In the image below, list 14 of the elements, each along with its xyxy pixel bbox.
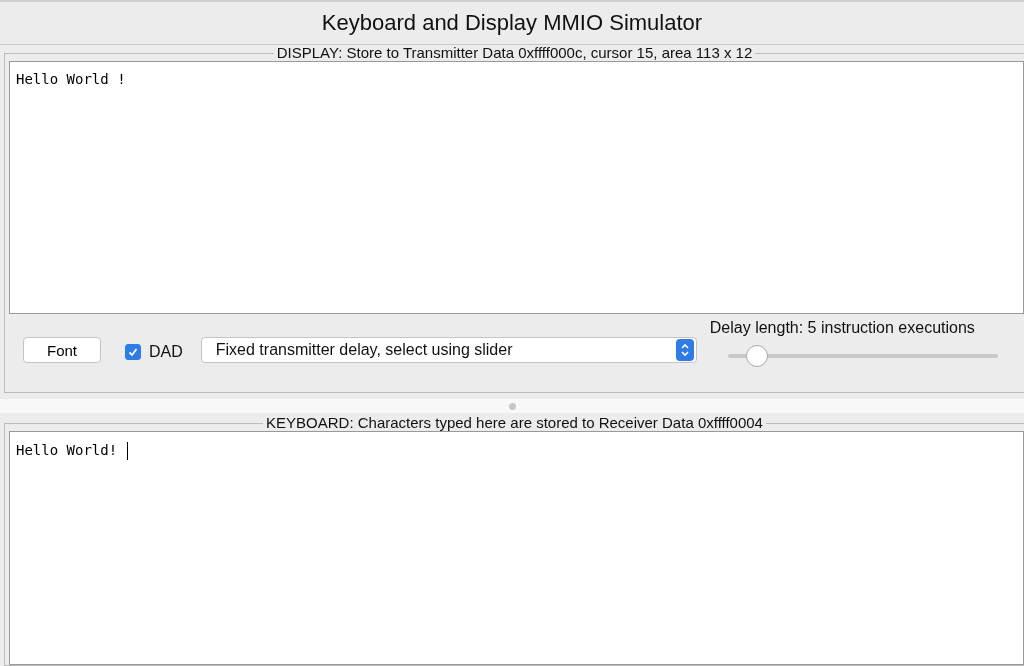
delay-mode-dropdown[interactable]: Fixed transmitter delay, select using slider [200,337,697,363]
dad-label: DAD [149,343,183,361]
keyboard-text: Hello World! [16,442,119,458]
font-button[interactable]: Font [23,337,101,363]
display-text: Hello World ! [16,71,126,87]
delay-length-label: Delay length: 5 instruction executions [709,319,976,337]
dropdown-arrows-icon [675,339,694,361]
slider-thumb[interactable] [745,345,768,367]
keyboard-input-area[interactable]: Hello World! [9,431,1024,665]
checkmark-icon [127,346,139,358]
dad-checkbox[interactable] [125,344,141,360]
keyboard-title: KEYBOARD: Characters typed here are stored to Receiver Data 0xffff0004 [265,415,764,431]
display-title: DISPLAY: Store to Transmitter Data 0xffff000c, cursor 15, area 113 x 12 [275,45,754,61]
window-title: Keyboard and Display MMIO Simulator [321,10,703,36]
